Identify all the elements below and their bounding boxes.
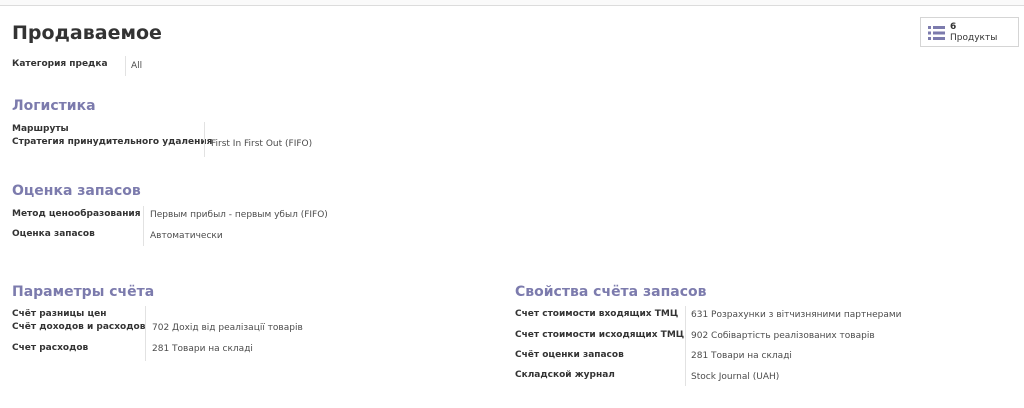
page-title: Продаваемое <box>12 22 162 44</box>
stock-output-account-value[interactable]: 902 Собівартість реалізованих товарів <box>691 331 875 341</box>
income-account-value[interactable]: 702 Дохід від реалізації товарів <box>152 323 303 333</box>
field-divider <box>143 206 144 246</box>
logistics-section-title: Логистика <box>12 98 96 114</box>
inventory-valuation-label: Оценка запасов <box>12 229 95 239</box>
field-divider <box>145 306 146 361</box>
parent-category-label: Категория предка <box>12 59 108 69</box>
stock-input-account-value[interactable]: 631 Розрахунки з вітчизняними партнерами <box>691 310 902 320</box>
removal-strategy-value[interactable]: First In First Out (FIFO) <box>211 139 312 149</box>
top-bar <box>0 0 1024 6</box>
parent-category-value[interactable]: All <box>131 61 142 71</box>
list-icon <box>928 26 945 40</box>
inventory-valuation-value[interactable]: Автоматически <box>150 231 223 241</box>
removal-strategy-label: Стратегия принудительного удаления <box>12 137 213 147</box>
stock-output-account-label: Счет стоимости исходящих ТМЦ <box>515 330 685 340</box>
products-smart-button[interactable]: 6 Продукты <box>920 17 1019 47</box>
field-divider <box>204 122 205 157</box>
stock-props-section-title: Свойства счёта запасов <box>515 284 707 300</box>
stock-input-account-label: Счет стоимости входящих ТМЦ <box>515 309 679 319</box>
costing-method-value[interactable]: Первым прибыл - первым убыл (FIFO) <box>150 210 328 220</box>
valuation-section-title: Оценка запасов <box>12 183 141 199</box>
field-divider <box>125 56 126 76</box>
price-difference-account-label: Счёт разницы цен <box>12 309 107 319</box>
products-label: Продукты <box>950 33 998 43</box>
expense-account-value[interactable]: 281 Товари на складі <box>152 344 253 354</box>
stock-journal-label: Складской журнал <box>515 370 615 380</box>
field-divider <box>685 306 686 386</box>
stock-valuation-account-label: Счёт оценки запасов <box>515 350 624 360</box>
account-params-section-title: Параметры счёта <box>12 284 155 300</box>
income-account-label: Счёт доходов и расходов <box>12 322 146 332</box>
costing-method-label: Метод ценообразования <box>12 209 141 219</box>
products-count: 6 <box>950 22 957 32</box>
stock-journal-value[interactable]: Stock Journal (UAH) <box>691 372 779 382</box>
stock-valuation-account-value[interactable]: 281 Товари на складі <box>691 351 792 361</box>
expense-account-label: Счет расходов <box>12 343 89 353</box>
routes-label: Маршруты <box>12 124 69 134</box>
